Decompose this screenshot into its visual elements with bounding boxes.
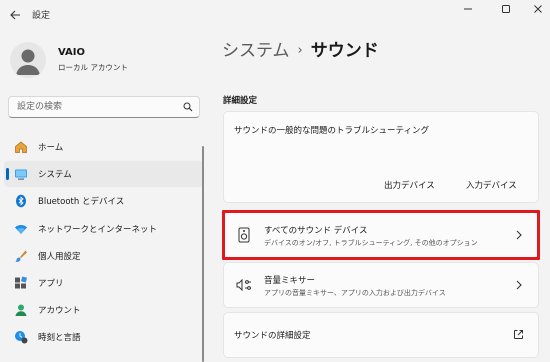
troubleshoot-input-button[interactable]: 入力デバイス xyxy=(462,177,521,193)
section-title: 詳細設定 xyxy=(223,96,258,106)
sidebar-item-network[interactable]: ネットワークとインターネット xyxy=(4,216,204,242)
sidebar-item-label: システム xyxy=(38,170,72,181)
sidebar-item-home[interactable]: ホーム xyxy=(4,134,204,160)
troubleshoot-title: サウンドの一般的な問題のトラブルシューティング xyxy=(234,126,429,136)
window-title: 設定 xyxy=(32,11,51,21)
sidebar-item-accounts[interactable]: アカウント xyxy=(4,297,204,323)
chevron-right-icon xyxy=(514,279,524,291)
advanced-sound-settings-title: サウンドの詳細設定 xyxy=(234,331,311,341)
speaker-device-icon xyxy=(236,227,252,243)
all-sound-devices-row[interactable]: すべてのサウンド デバイス デバイスのオン/オフ, トラブルシューティング, そ… xyxy=(223,212,539,258)
user-avatar-icon xyxy=(16,49,40,75)
breadcrumb-parent[interactable]: システム xyxy=(222,41,290,61)
search-icon[interactable] xyxy=(183,102,193,112)
brush-icon xyxy=(14,249,28,263)
sidebar-item-label: アプリ xyxy=(38,278,64,289)
maximize-icon xyxy=(502,5,510,13)
bluetooth-icon xyxy=(14,194,28,208)
back-button[interactable] xyxy=(6,6,24,24)
sidebar-item-label: 時刻と言語 xyxy=(38,333,81,344)
advanced-sound-settings-row[interactable]: サウンドの詳細設定 xyxy=(223,312,539,358)
external-link-icon xyxy=(514,330,523,339)
sidebar-item-label: アカウント xyxy=(38,306,81,317)
breadcrumb-separator: › xyxy=(297,43,303,58)
sidebar-item-system[interactable]: システム xyxy=(4,161,204,188)
arrow-left-icon xyxy=(9,10,20,20)
troubleshoot-card: サウンドの一般的な問題のトラブルシューティング 出力デバイス 入力デバイス xyxy=(223,111,539,203)
sidebar-item-apps[interactable]: アプリ xyxy=(4,270,204,296)
all-sound-devices-description: デバイスのオン/オフ, トラブルシューティング, その他のオプション xyxy=(264,239,478,247)
volume-mixer-title: 音量ミキサー xyxy=(264,276,316,286)
search-input[interactable] xyxy=(9,97,179,117)
troubleshoot-output-button[interactable]: 出力デバイス xyxy=(380,177,439,193)
profile-account-type: ローカル アカウント xyxy=(58,63,128,72)
account-icon xyxy=(14,303,28,317)
volume-mixer-description: アプリの音量ミキサー、アプリの入力および出力デバイス xyxy=(264,289,446,297)
sidebar-item-label: ネットワークとインターネット xyxy=(38,224,158,235)
sidebar-item-personalization[interactable]: 個人用設定 xyxy=(4,243,204,269)
time-language-icon xyxy=(14,330,28,344)
minimize-button[interactable] xyxy=(452,0,484,18)
title-bar: 設定 xyxy=(0,0,550,30)
page-title: サウンド xyxy=(310,41,379,61)
chevron-right-icon xyxy=(514,229,524,241)
sidebar-item-bluetooth[interactable]: Bluetooth とデバイス xyxy=(4,188,204,214)
system-icon xyxy=(14,167,28,181)
profile-name: VAIO xyxy=(58,47,86,58)
all-sound-devices-title: すべてのサウンド デバイス xyxy=(264,226,368,236)
apps-icon xyxy=(14,276,28,290)
sidebar-nav: ホーム システム Bluetooth とデバイス ネットワークとインターネット … xyxy=(4,134,204,352)
sidebar-scrollbar[interactable] xyxy=(202,146,204,362)
close-button[interactable] xyxy=(522,0,550,18)
sidebar-item-label: Bluetooth とデバイス xyxy=(38,197,125,208)
sidebar-item-label: 個人用設定 xyxy=(38,251,81,262)
sidebar-item-time-language[interactable]: 時刻と言語 xyxy=(4,324,204,350)
breadcrumb: システム › サウンド xyxy=(222,36,379,61)
wifi-icon xyxy=(14,222,28,236)
volume-mixer-row[interactable]: 音量ミキサー アプリの音量ミキサー、アプリの入力および出力デバイス xyxy=(223,262,539,308)
home-icon xyxy=(14,140,28,154)
minimize-icon xyxy=(464,8,472,10)
sidebar-item-label: ホーム xyxy=(38,143,64,153)
maximize-button[interactable] xyxy=(490,0,522,18)
volume-mixer-icon xyxy=(236,277,252,293)
search-box xyxy=(8,96,200,118)
avatar[interactable] xyxy=(10,42,46,78)
close-icon xyxy=(534,5,542,13)
